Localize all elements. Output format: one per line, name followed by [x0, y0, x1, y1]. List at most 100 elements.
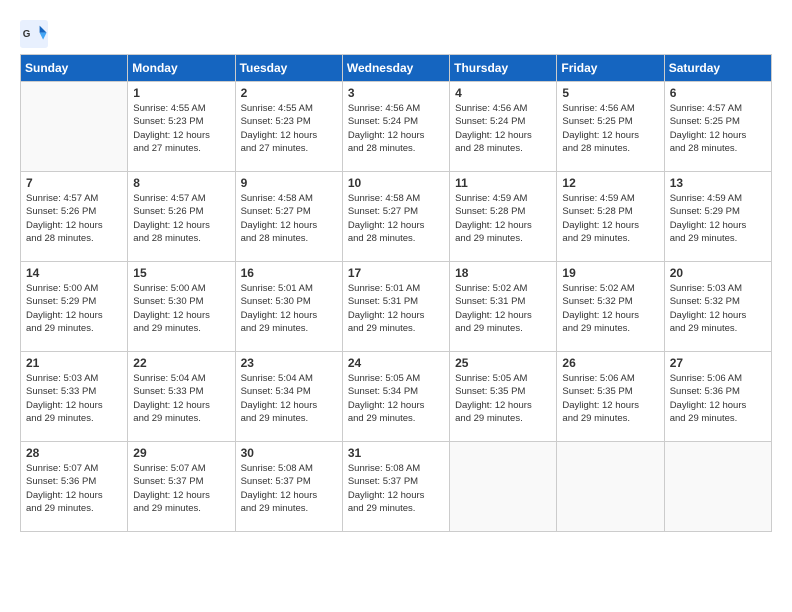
calendar-cell: 27 Sunrise: 5:06 AM Sunset: 5:36 PM Dayli…	[664, 352, 771, 442]
day-header-monday: Monday	[128, 55, 235, 82]
day-number: 10	[348, 176, 444, 190]
day-number: 20	[670, 266, 766, 280]
calendar-cell	[557, 442, 664, 532]
logo-icon: G	[20, 20, 48, 48]
calendar-cell: 25 Sunrise: 5:05 AM Sunset: 5:35 PM Dayli…	[450, 352, 557, 442]
day-info: Sunrise: 5:03 AM Sunset: 5:33 PM Dayligh…	[26, 372, 122, 425]
calendar-cell: 18 Sunrise: 5:02 AM Sunset: 5:31 PM Dayli…	[450, 262, 557, 352]
calendar-cell	[21, 82, 128, 172]
day-header-wednesday: Wednesday	[342, 55, 449, 82]
calendar-cell: 4 Sunrise: 4:56 AM Sunset: 5:24 PM Daylig…	[450, 82, 557, 172]
day-info: Sunrise: 4:55 AM Sunset: 5:23 PM Dayligh…	[241, 102, 337, 155]
day-info: Sunrise: 4:56 AM Sunset: 5:24 PM Dayligh…	[348, 102, 444, 155]
day-info: Sunrise: 5:02 AM Sunset: 5:31 PM Dayligh…	[455, 282, 551, 335]
day-number: 17	[348, 266, 444, 280]
day-number: 6	[670, 86, 766, 100]
day-info: Sunrise: 4:56 AM Sunset: 5:24 PM Dayligh…	[455, 102, 551, 155]
day-info: Sunrise: 4:58 AM Sunset: 5:27 PM Dayligh…	[348, 192, 444, 245]
calendar-cell	[450, 442, 557, 532]
calendar-cell: 23Sunrise: 5:04 AM Sunset: 5:34 PM Dayli…	[235, 352, 342, 442]
day-number: 25	[455, 356, 551, 370]
day-number: 27	[670, 356, 766, 370]
day-info: Sunrise: 5:04 AM Sunset: 5:34 PM Dayligh…	[241, 372, 337, 425]
day-info: Sunrise: 5:08 AM Sunset: 5:37 PM Dayligh…	[348, 462, 444, 515]
calendar-cell: 12 Sunrise: 4:59 AM Sunset: 5:28 PM Dayli…	[557, 172, 664, 262]
day-info: Sunrise: 4:59 AM Sunset: 5:28 PM Dayligh…	[455, 192, 551, 245]
calendar-cell: 16 Sunrise: 5:01 AM Sunset: 5:30 PM Dayli…	[235, 262, 342, 352]
day-info: Sunrise: 5:06 AM Sunset: 5:35 PM Dayligh…	[562, 372, 658, 425]
day-number: 29	[133, 446, 229, 460]
calendar-cell: 29 Sunrise: 5:07 AM Sunset: 5:37 PM Dayli…	[128, 442, 235, 532]
day-number: 4	[455, 86, 551, 100]
day-info: Sunrise: 5:05 AM Sunset: 5:35 PM Dayligh…	[455, 372, 551, 425]
day-info: Sunrise: 4:57 AM Sunset: 5:25 PM Dayligh…	[670, 102, 766, 155]
calendar-cell: 14 Sunrise: 5:00 AM Sunset: 5:29 PM Dayli…	[21, 262, 128, 352]
day-header-tuesday: Tuesday	[235, 55, 342, 82]
day-header-friday: Friday	[557, 55, 664, 82]
calendar-week-4: 21 Sunrise: 5:03 AM Sunset: 5:33 PM Dayli…	[21, 352, 772, 442]
calendar-cell: 10 Sunrise: 4:58 AM Sunset: 5:27 PM Dayli…	[342, 172, 449, 262]
day-number: 13	[670, 176, 766, 190]
day-info: Sunrise: 4:57 AM Sunset: 5:26 PM Dayligh…	[26, 192, 122, 245]
calendar-cell: 30Sunrise: 5:08 AM Sunset: 5:37 PM Dayli…	[235, 442, 342, 532]
day-info: Sunrise: 5:06 AM Sunset: 5:36 PM Dayligh…	[670, 372, 766, 425]
day-number: 24	[348, 356, 444, 370]
day-info: Sunrise: 5:07 AM Sunset: 5:37 PM Dayligh…	[133, 462, 229, 515]
day-info: Sunrise: 5:01 AM Sunset: 5:31 PM Dayligh…	[348, 282, 444, 335]
day-header-saturday: Saturday	[664, 55, 771, 82]
day-number: 18	[455, 266, 551, 280]
day-info: Sunrise: 5:03 AM Sunset: 5:32 PM Dayligh…	[670, 282, 766, 335]
day-info: Sunrise: 5:02 AM Sunset: 5:32 PM Dayligh…	[562, 282, 658, 335]
calendar-week-2: 7Sunrise: 4:57 AM Sunset: 5:26 PM Daylig…	[21, 172, 772, 262]
calendar-cell: 11Sunrise: 4:59 AM Sunset: 5:28 PM Dayli…	[450, 172, 557, 262]
calendar-body: 1 Sunrise: 4:55 AM Sunset: 5:23 PM Daylig…	[21, 82, 772, 532]
calendar-cell: 21 Sunrise: 5:03 AM Sunset: 5:33 PM Dayli…	[21, 352, 128, 442]
logo: G	[20, 20, 52, 48]
calendar-cell: 3 Sunrise: 4:56 AM Sunset: 5:24 PM Daylig…	[342, 82, 449, 172]
day-info: Sunrise: 4:58 AM Sunset: 5:27 PM Dayligh…	[241, 192, 337, 245]
day-number: 19	[562, 266, 658, 280]
calendar-cell: 7Sunrise: 4:57 AM Sunset: 5:26 PM Daylig…	[21, 172, 128, 262]
page-header: G	[20, 20, 772, 48]
day-number: 3	[348, 86, 444, 100]
calendar-cell: 8Sunrise: 4:57 AM Sunset: 5:26 PM Daylig…	[128, 172, 235, 262]
calendar-cell: 26 Sunrise: 5:06 AM Sunset: 5:35 PM Dayli…	[557, 352, 664, 442]
calendar-cell: 5Sunrise: 4:56 AM Sunset: 5:25 PM Daylig…	[557, 82, 664, 172]
calendar-cell: 19 Sunrise: 5:02 AM Sunset: 5:32 PM Dayli…	[557, 262, 664, 352]
day-number: 2	[241, 86, 337, 100]
day-info: Sunrise: 5:07 AM Sunset: 5:36 PM Dayligh…	[26, 462, 122, 515]
calendar-cell: 2 Sunrise: 4:55 AM Sunset: 5:23 PM Daylig…	[235, 82, 342, 172]
day-number: 21	[26, 356, 122, 370]
day-info: Sunrise: 5:01 AM Sunset: 5:30 PM Dayligh…	[241, 282, 337, 335]
day-number: 9	[241, 176, 337, 190]
day-info: Sunrise: 5:00 AM Sunset: 5:30 PM Dayligh…	[133, 282, 229, 335]
day-number: 14	[26, 266, 122, 280]
day-number: 16	[241, 266, 337, 280]
calendar-week-3: 14 Sunrise: 5:00 AM Sunset: 5:29 PM Dayli…	[21, 262, 772, 352]
day-info: Sunrise: 4:59 AM Sunset: 5:28 PM Dayligh…	[562, 192, 658, 245]
day-info: Sunrise: 4:57 AM Sunset: 5:26 PM Dayligh…	[133, 192, 229, 245]
day-number: 12	[562, 176, 658, 190]
day-info: Sunrise: 4:59 AM Sunset: 5:29 PM Dayligh…	[670, 192, 766, 245]
days-of-week-row: SundayMondayTuesdayWednesdayThursdayFrid…	[21, 55, 772, 82]
day-number: 26	[562, 356, 658, 370]
calendar-cell	[664, 442, 771, 532]
calendar-cell: 24 Sunrise: 5:05 AM Sunset: 5:34 PM Dayli…	[342, 352, 449, 442]
calendar-table: SundayMondayTuesdayWednesdayThursdayFrid…	[20, 54, 772, 532]
day-header-sunday: Sunday	[21, 55, 128, 82]
calendar-cell: 13 Sunrise: 4:59 AM Sunset: 5:29 PM Dayli…	[664, 172, 771, 262]
day-info: Sunrise: 5:05 AM Sunset: 5:34 PM Dayligh…	[348, 372, 444, 425]
calendar-cell: 9 Sunrise: 4:58 AM Sunset: 5:27 PM Daylig…	[235, 172, 342, 262]
calendar-cell: 6 Sunrise: 4:57 AM Sunset: 5:25 PM Daylig…	[664, 82, 771, 172]
calendar-cell: 22Sunrise: 5:04 AM Sunset: 5:33 PM Dayli…	[128, 352, 235, 442]
day-info: Sunrise: 5:00 AM Sunset: 5:29 PM Dayligh…	[26, 282, 122, 335]
day-number: 30	[241, 446, 337, 460]
calendar-cell: 28Sunrise: 5:07 AM Sunset: 5:36 PM Dayli…	[21, 442, 128, 532]
day-number: 31	[348, 446, 444, 460]
day-number: 1	[133, 86, 229, 100]
calendar-cell: 15Sunrise: 5:00 AM Sunset: 5:30 PM Dayli…	[128, 262, 235, 352]
calendar-cell: 17 Sunrise: 5:01 AM Sunset: 5:31 PM Dayli…	[342, 262, 449, 352]
day-number: 22	[133, 356, 229, 370]
day-header-thursday: Thursday	[450, 55, 557, 82]
calendar-cell: 20 Sunrise: 5:03 AM Sunset: 5:32 PM Dayli…	[664, 262, 771, 352]
